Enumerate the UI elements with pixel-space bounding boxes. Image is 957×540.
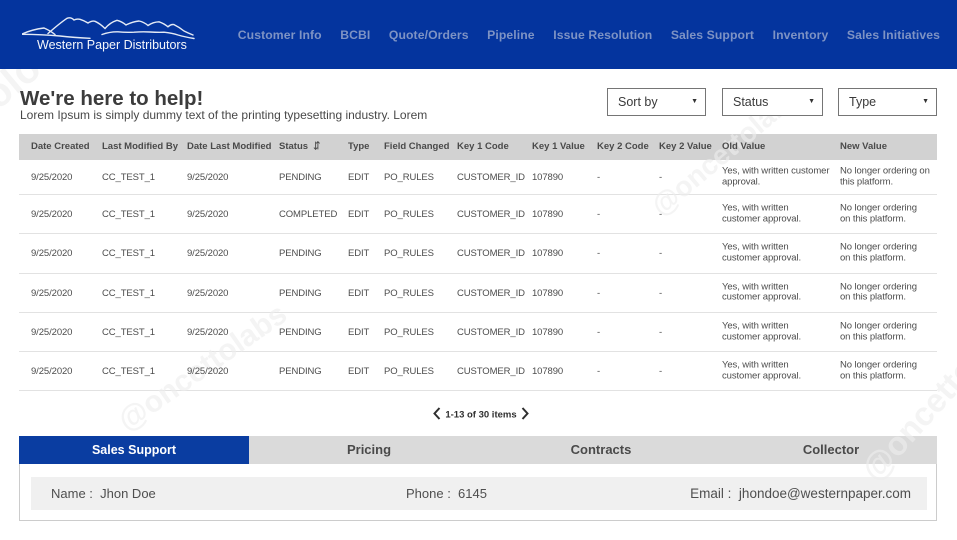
svg-text:Western Paper Distributors: Western Paper Distributors xyxy=(37,38,187,52)
